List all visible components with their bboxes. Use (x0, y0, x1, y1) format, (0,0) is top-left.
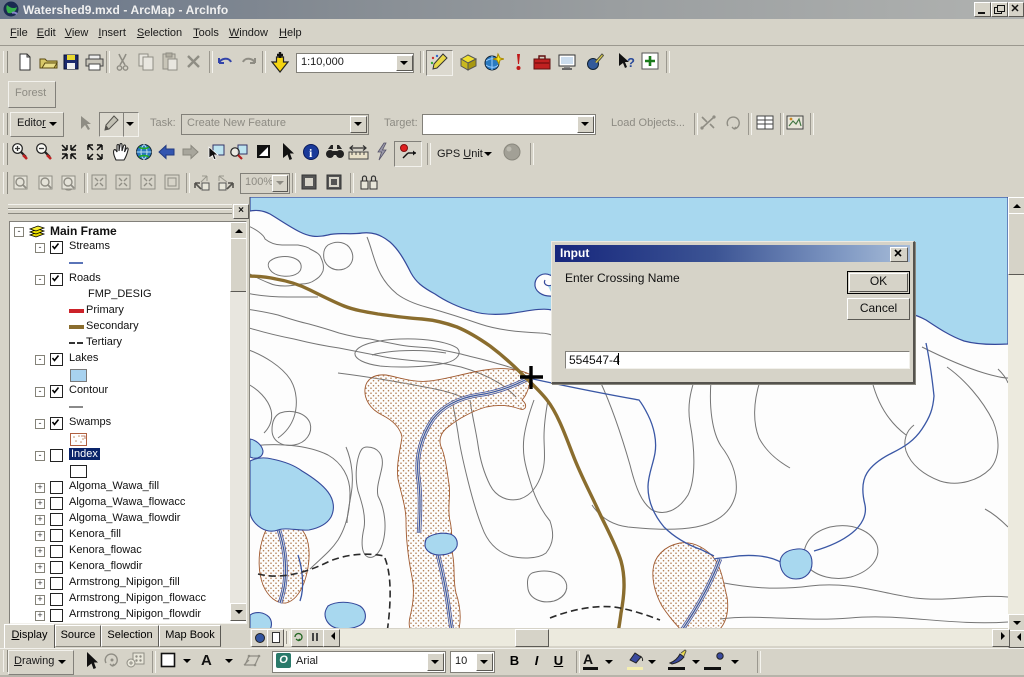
svg-text:?: ? (627, 55, 635, 70)
